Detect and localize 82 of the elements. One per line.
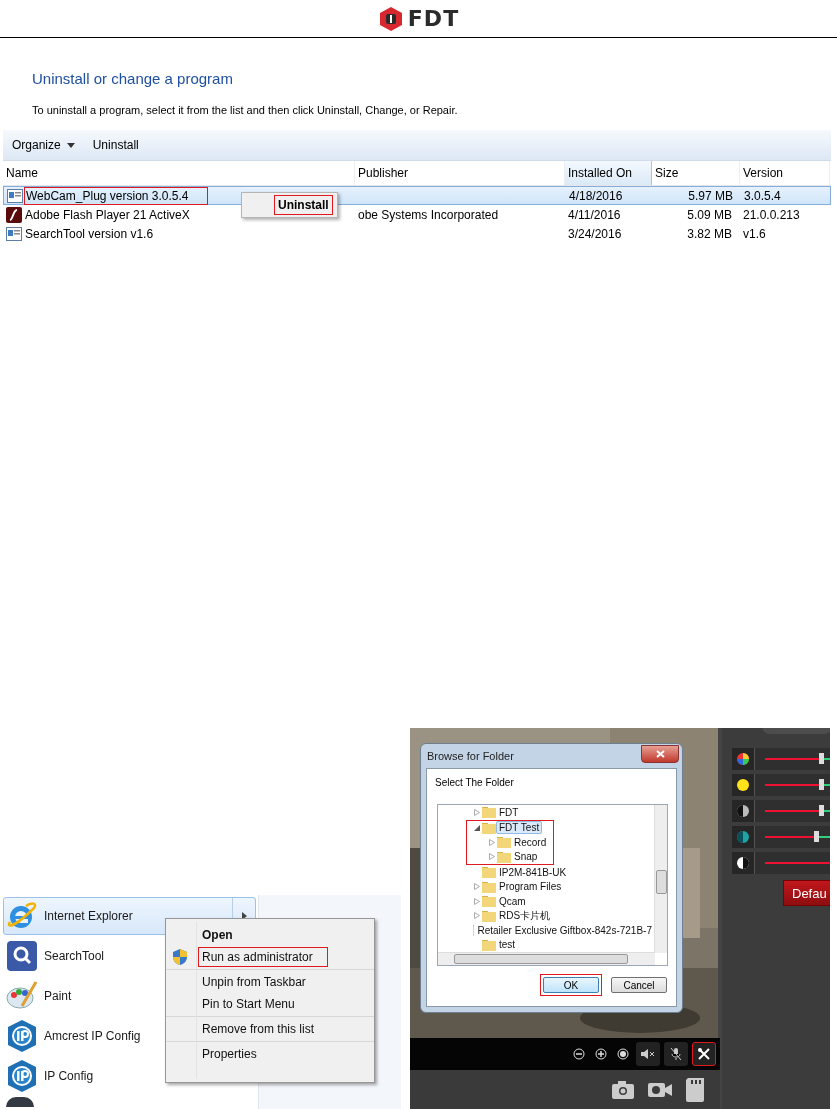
table-cell-text: 3.0.5.4 bbox=[743, 189, 782, 203]
folder-item[interactable]: Retailer Exclusive Giftbox-842s-721B-7 bbox=[474, 923, 655, 937]
menu-item[interactable]: Remove from this list bbox=[198, 1019, 328, 1039]
logo-text: FDT bbox=[407, 6, 460, 31]
folder-item[interactable]: IP2M-841B-UK bbox=[496, 865, 570, 879]
slider-thumb[interactable] bbox=[818, 753, 824, 764]
expanded-arrow-icon[interactable] bbox=[474, 824, 480, 832]
column-header[interactable]: Size bbox=[652, 161, 740, 185]
table-cell-text: 5.09 MB bbox=[686, 207, 733, 222]
column-header[interactable]: Installed On bbox=[565, 161, 652, 185]
contrast-icon bbox=[736, 804, 750, 818]
slider-track[interactable] bbox=[765, 779, 830, 791]
zoom-in-icon[interactable] bbox=[595, 1048, 607, 1060]
horizontal-scrollbar[interactable] bbox=[438, 952, 655, 965]
hexagon-logo-icon bbox=[377, 5, 404, 32]
shield-icon bbox=[172, 948, 188, 966]
slider-thumb[interactable] bbox=[813, 831, 819, 842]
mute-icon[interactable] bbox=[640, 1048, 656, 1060]
folder-item[interactable]: FDT Test bbox=[496, 821, 543, 835]
slider-thumb[interactable] bbox=[818, 805, 824, 816]
folder-item[interactable]: test bbox=[496, 938, 519, 952]
color-wheel-icon bbox=[736, 752, 750, 766]
close-icon bbox=[655, 750, 665, 758]
program-name: Adobe Flash Player 21 ActiveX bbox=[24, 206, 191, 224]
instructions-text: To uninstall a program, select it from the list and then click Uninstall, Change, or Repair. bbox=[32, 104, 459, 118]
folder-item[interactable]: Snap bbox=[511, 850, 541, 864]
dialog-button[interactable]: Cancel bbox=[611, 977, 667, 993]
slider-track[interactable] bbox=[765, 753, 830, 765]
video-camera-icon[interactable] bbox=[648, 1081, 672, 1098]
folder-item[interactable]: Qcam bbox=[496, 894, 529, 908]
program-name: WebCam_Plug version 3.0.5.4 bbox=[24, 187, 208, 205]
record-icon[interactable] bbox=[617, 1048, 629, 1060]
menu-item[interactable]: Uninstall bbox=[274, 195, 333, 215]
program-name: SearchTool version v1.6 bbox=[24, 225, 155, 243]
menu-item[interactable]: Properties bbox=[198, 1044, 328, 1064]
slider-track[interactable] bbox=[765, 805, 830, 817]
page-title: Uninstall or change a program bbox=[31, 69, 234, 89]
column-header[interactable]: Version bbox=[740, 161, 830, 185]
app-icon bbox=[6, 1097, 34, 1107]
search-icon bbox=[6, 940, 38, 972]
program-row[interactable]: SearchTool version v1.6 3/24/2016 3.82 MB v1.6 bbox=[3, 224, 831, 243]
folder-item[interactable]: RDS卡片机 bbox=[496, 907, 554, 924]
table-cell-text: 3/24/2016 bbox=[567, 226, 623, 241]
mic-off-icon[interactable] bbox=[670, 1047, 682, 1061]
table-cell-text: 5.97 MB bbox=[687, 189, 734, 203]
table-cell-text: 4/11/2016 bbox=[567, 207, 622, 222]
caret-icon bbox=[66, 142, 75, 148]
zoom-out-icon[interactable] bbox=[573, 1048, 585, 1060]
camera-icon[interactable] bbox=[612, 1080, 634, 1099]
table-cell-text: v1.6 bbox=[742, 226, 767, 241]
folder-item[interactable]: Program Files bbox=[496, 880, 565, 894]
program-icon bbox=[6, 226, 22, 241]
sun-icon bbox=[736, 778, 750, 792]
table-cell-text: 3.82 MB bbox=[686, 226, 733, 241]
table-cell-text: 4/18/2016 bbox=[568, 189, 624, 203]
ip-badge-icon bbox=[6, 1019, 38, 1053]
dialog-prompt: Select The Folder bbox=[435, 777, 514, 788]
slider-thumb[interactable] bbox=[818, 779, 824, 790]
dialog-title: Browse for Folder bbox=[427, 750, 514, 762]
tools-icon[interactable] bbox=[697, 1047, 711, 1061]
default-button[interactable]: Defau bbox=[783, 880, 830, 906]
organize-menu[interactable]: Organize bbox=[7, 135, 80, 155]
close-button[interactable] bbox=[641, 745, 679, 763]
table-cell-text: 21.0.0.213 bbox=[742, 207, 801, 222]
memory-card-icon[interactable] bbox=[686, 1077, 706, 1102]
toolbar-button[interactable]: Uninstall bbox=[87, 135, 144, 155]
table-cell-text: obe Systems Incorporated bbox=[357, 207, 500, 222]
folder-item[interactable]: Record bbox=[511, 835, 550, 849]
slider-track[interactable] bbox=[765, 831, 830, 843]
menu-item[interactable]: Run as administrator bbox=[198, 947, 328, 967]
dialog-button[interactable]: OK bbox=[543, 977, 599, 993]
palette-icon bbox=[6, 980, 38, 1012]
ip-badge-icon bbox=[6, 1059, 38, 1093]
flash-icon bbox=[6, 206, 22, 223]
folder-item[interactable]: FDT bbox=[496, 805, 522, 819]
column-header[interactable]: Name bbox=[3, 161, 355, 185]
half-circle-icon bbox=[736, 856, 750, 870]
menu-item[interactable]: Pin to Start Menu bbox=[198, 994, 328, 1014]
saturation-icon bbox=[736, 830, 750, 844]
program-icon bbox=[7, 189, 23, 203]
vertical-scrollbar[interactable] bbox=[654, 805, 667, 953]
menu-item[interactable]: Unpin from Taskbar bbox=[198, 972, 328, 992]
